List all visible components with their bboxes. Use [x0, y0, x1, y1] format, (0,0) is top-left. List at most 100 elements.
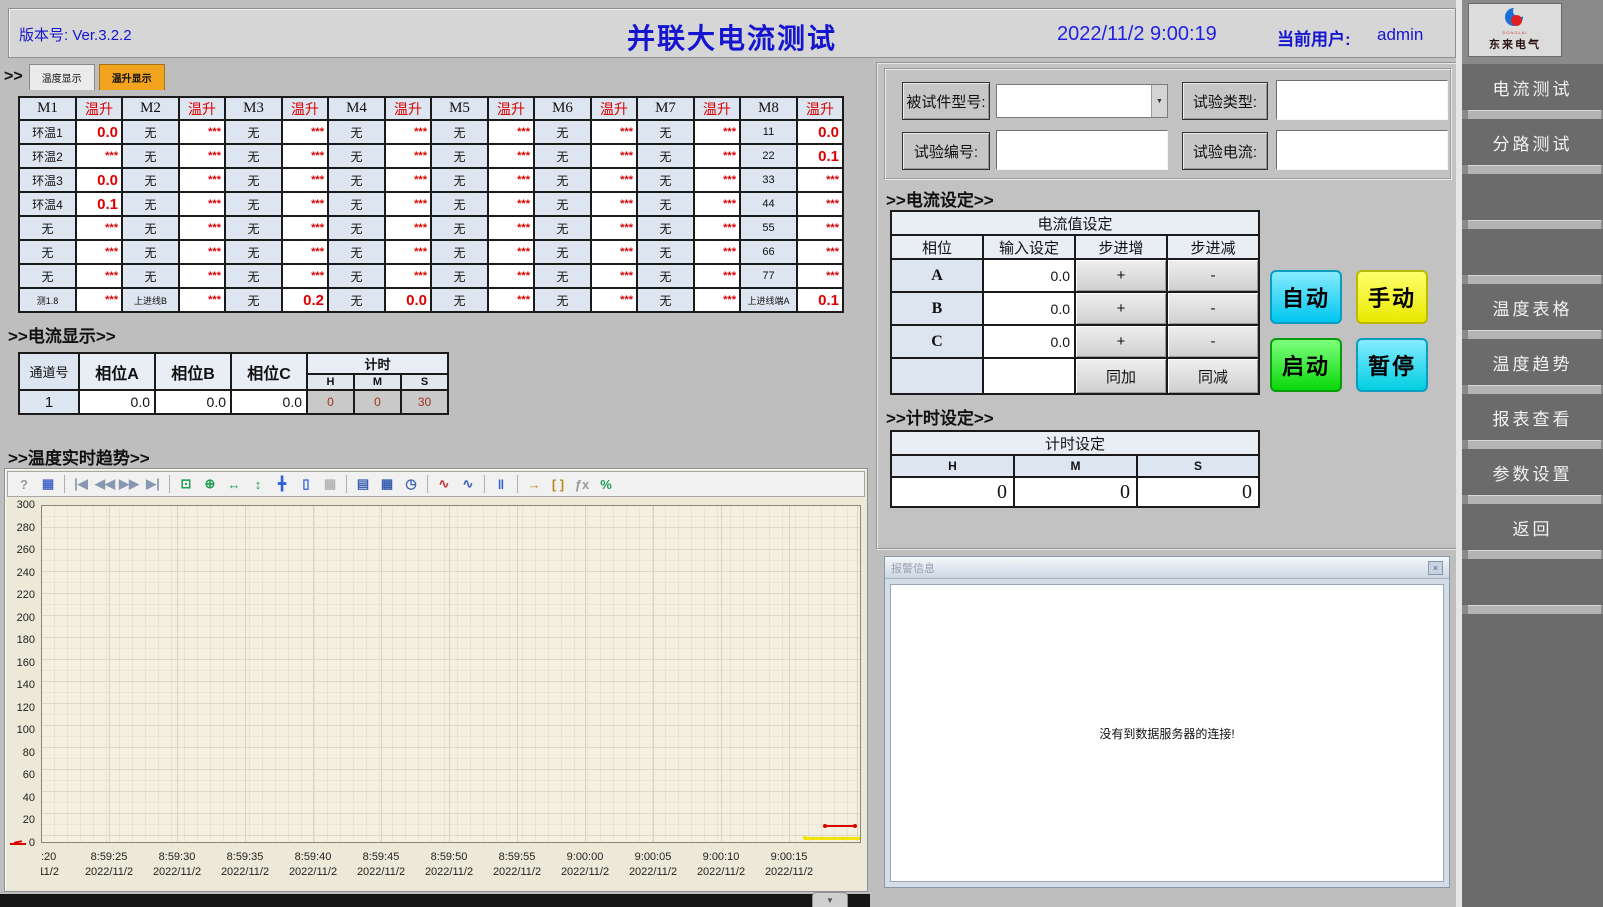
phase-a-set-input[interactable]: 0.0: [983, 259, 1075, 292]
measure-point-cell: 无: [431, 144, 488, 168]
manual-button[interactable]: 手动: [1356, 270, 1428, 324]
temp-rise-value-cell: ***: [385, 240, 431, 264]
percent-icon[interactable]: %: [595, 474, 617, 494]
module-col-header: M1: [19, 97, 76, 120]
phase-a-decrement-button[interactable]: -: [1167, 259, 1259, 292]
y-axis-tick-label: 140: [5, 679, 35, 691]
tab-temp-rise-display[interactable]: 温升显示: [99, 64, 165, 90]
phase-c-decrement-button[interactable]: -: [1167, 325, 1259, 358]
phase-a-header: 相位A: [79, 353, 155, 390]
fx-icon[interactable]: ƒx: [571, 474, 593, 494]
sidebar-item-电流测试[interactable]: 电流测试: [1462, 64, 1603, 110]
sidebar-separator: [1468, 220, 1601, 229]
all-increment-button[interactable]: 同加: [1075, 358, 1167, 394]
zoom-in-icon[interactable]: ⊕: [199, 474, 221, 494]
combo-dropdown-button[interactable]: ▼: [1151, 85, 1167, 117]
phase-a-increment-button[interactable]: +: [1075, 259, 1167, 292]
step-inc-col-header: 步进增: [1075, 235, 1167, 259]
start-button[interactable]: 启动: [1270, 338, 1342, 392]
sidebar-item-温度趋势[interactable]: 温度趋势: [1462, 339, 1603, 385]
page-title: 并联大电流测试: [9, 17, 1455, 57]
timer-m-value: 0: [354, 390, 401, 414]
temp-rise-value-cell: 0.1: [76, 192, 122, 216]
temp-rise-col-header: 温升: [488, 97, 534, 120]
channels-icon[interactable]: ▤: [352, 474, 374, 494]
test-number-input[interactable]: [996, 130, 1168, 170]
pause-button[interactable]: 暂停: [1356, 338, 1428, 392]
phase-b-decrement-button[interactable]: -: [1167, 292, 1259, 325]
toolbar-separator: [64, 475, 65, 493]
curve-red-icon[interactable]: ∿: [433, 474, 455, 494]
help-icon[interactable]: ?: [13, 474, 35, 494]
last-icon[interactable]: ▶|: [142, 474, 164, 494]
sidebar-item-blank[interactable]: [1462, 229, 1603, 275]
timer-set-m-input[interactable]: 0: [1014, 477, 1137, 507]
test-type-input[interactable]: [1276, 80, 1448, 120]
sidebar-item-返回[interactable]: 返回: [1462, 504, 1603, 550]
first-icon[interactable]: |◀: [70, 474, 92, 494]
pan-icon[interactable]: ╋: [271, 474, 293, 494]
device-model-combo[interactable]: ▼: [996, 84, 1168, 118]
curve-blue-icon[interactable]: ∿: [457, 474, 479, 494]
zoom-box-icon[interactable]: ⊡: [175, 474, 197, 494]
table-view-icon[interactable]: ▦: [319, 474, 341, 494]
test-info-box: 被试件型号: ▼ 试验类型: 试验编号: 试验电流:: [884, 68, 1452, 180]
y-axis-tick-label: 100: [5, 724, 35, 736]
measure-point-cell: 无: [534, 264, 591, 288]
all-decrement-button[interactable]: 同减: [1167, 358, 1259, 394]
pause-icon[interactable]: ‖: [490, 474, 512, 494]
timer-s-value: 30: [401, 390, 448, 414]
zoom-horizontal-icon[interactable]: ↔: [223, 474, 245, 494]
phase-col-header: 相位: [891, 235, 983, 259]
temp-rise-value-cell: ***: [488, 168, 534, 192]
temp-rise-value-cell: ***: [385, 192, 431, 216]
phase-b-set-input[interactable]: 0.0: [983, 292, 1075, 325]
phase-c-increment-button[interactable]: +: [1075, 325, 1167, 358]
sidebar-item-blank[interactable]: [1462, 559, 1603, 605]
collapse-handle[interactable]: ▼: [812, 892, 848, 907]
phase-b-increment-button[interactable]: +: [1075, 292, 1167, 325]
sidebar-separator: [1468, 440, 1601, 449]
forward-icon[interactable]: ▶▶: [118, 474, 140, 494]
range-brackets-icon[interactable]: [ ]: [547, 474, 569, 494]
sidebar-item-温度表格[interactable]: 温度表格: [1462, 284, 1603, 330]
temp-rise-value-cell: 0.0: [797, 120, 843, 144]
clock-icon[interactable]: ◷: [400, 474, 422, 494]
current-set-table: 电流值设定 相位 输入设定 步进增 步进减 A 0.0 + - B 0.0 + …: [890, 210, 1260, 395]
zoom-vertical-icon[interactable]: ↕: [247, 474, 269, 494]
ruler-icon[interactable]: ▯: [295, 474, 317, 494]
test-current-label: 试验电流:: [1182, 132, 1268, 170]
alarm-window: 报警信息 × 没有到数据服务器的连接!: [884, 556, 1450, 888]
sidebar-item-报表查看[interactable]: 报表查看: [1462, 394, 1603, 440]
toolbar-separator: [484, 475, 485, 493]
grid-settings-icon[interactable]: ▦: [376, 474, 398, 494]
measure-point-cell: 无: [431, 288, 488, 312]
auto-button[interactable]: 自动: [1270, 270, 1342, 324]
close-icon[interactable]: ×: [1428, 561, 1443, 575]
settings-panel: 被试件型号: ▼ 试验类型: 试验编号: 试验电流: >>电流设定>> 电流值设…: [876, 62, 1460, 550]
sidebar-item-分路测试[interactable]: 分路测试: [1462, 119, 1603, 165]
measure-point-cell: 无: [534, 192, 591, 216]
sidebar-item-参数设置[interactable]: 参数设置: [1462, 449, 1603, 495]
rewind-icon[interactable]: ◀◀: [94, 474, 116, 494]
timer-set-s-input[interactable]: 0: [1137, 477, 1259, 507]
phase-c-set-input[interactable]: 0.0: [983, 325, 1075, 358]
temp-rise-value-cell: ***: [76, 288, 122, 312]
temp-rise-value-cell: ***: [179, 144, 225, 168]
phase-all-set-input[interactable]: [983, 358, 1075, 394]
measure-point-cell: 无: [122, 168, 179, 192]
cursor-arrow-icon[interactable]: →: [523, 474, 545, 494]
temp-rise-value-cell: ***: [385, 144, 431, 168]
temp-rise-value-cell: ***: [694, 120, 740, 144]
sidebar-item-blank[interactable]: [1462, 174, 1603, 220]
measure-point-cell: 无: [534, 216, 591, 240]
export-icon[interactable]: ▦: [37, 474, 59, 494]
temp-rise-value-cell: ***: [591, 168, 637, 192]
tab-temperature-display[interactable]: 温度显示: [29, 64, 95, 90]
temp-rise-value-cell: ***: [179, 288, 225, 312]
datetime-display: 2022/11/2 9:00:19: [1057, 23, 1217, 46]
temp-rise-value-cell: ***: [591, 264, 637, 288]
timer-set-h-input[interactable]: 0: [891, 477, 1014, 507]
measure-point-cell: 无: [431, 216, 488, 240]
test-current-input[interactable]: [1276, 130, 1448, 170]
